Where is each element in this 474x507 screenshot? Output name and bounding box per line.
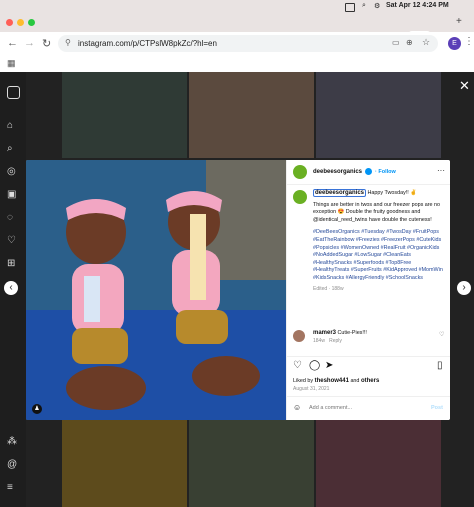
forward-arrow-icon[interactable]: → (24, 37, 35, 49)
create-icon[interactable]: ⊞ (7, 258, 18, 269)
divider (287, 396, 450, 397)
post-modal: ♟ deebeesorganics · Follow ··· deebeesor… (26, 160, 450, 420)
more-horizontal-icon[interactable]: ··· (437, 166, 445, 175)
grid-image[interactable] (316, 420, 441, 507)
grid-image[interactable] (62, 72, 187, 158)
apps-grid-icon[interactable]: ▦ (7, 58, 16, 69)
reload-icon[interactable]: ↻ (42, 37, 51, 50)
add-comment-input[interactable] (307, 401, 421, 415)
caption-username[interactable]: deebeesorganics (313, 189, 367, 197)
home-icon[interactable]: ⌂ (7, 120, 18, 131)
close-modal-icon[interactable]: ✕ (459, 78, 470, 94)
post-photo[interactable]: ♟ (26, 160, 286, 420)
post-side-panel: deebeesorganics · Follow ··· deebeesorga… (286, 160, 450, 420)
close-window-button[interactable] (6, 19, 13, 26)
divider (287, 356, 450, 357)
grid-image[interactable] (62, 420, 187, 507)
caption-edited: Edited · 188w (313, 285, 344, 292)
maximize-window-button[interactable] (28, 19, 35, 26)
status-datetime[interactable]: Sat Apr 12 4:24 PM (386, 2, 449, 9)
control-center-icon[interactable]: ⚙ (374, 2, 380, 10)
search-icon[interactable]: ⌕ (362, 2, 366, 10)
explore-icon[interactable]: ◎ (7, 166, 18, 177)
url-text[interactable]: instagram.com/p/CTPslW8pkZc/?hl=en (78, 39, 217, 48)
comment-age: 184w (313, 337, 325, 344)
browser-tab-bar: IrXXIrCSIrAIrIrIrIrIrC + (0, 14, 474, 45)
more-menu-icon[interactable]: ≡ (7, 482, 18, 493)
threads-icon[interactable]: @ (7, 459, 18, 470)
comment-reply-button[interactable]: Reply (329, 338, 342, 344)
liked-by-user[interactable]: theshow441 (315, 378, 349, 384)
minimize-window-button[interactable] (17, 19, 24, 26)
caption-hashtags[interactable]: #DeeBeesOrganics #Tuesday #TwosDay #Frui… (313, 229, 447, 282)
follow-label: Follow (378, 169, 396, 175)
bookmark-star-icon[interactable]: ☆ (422, 37, 430, 48)
share-icon[interactable]: ➤ (325, 360, 333, 371)
bookmarks-bar: ▦ (0, 56, 474, 73)
caption: deebeesorganics Happy Twosday!! ✌️ Thing… (313, 189, 447, 293)
commenter-avatar[interactable] (293, 330, 305, 342)
address-bar[interactable]: ⚲ instagram.com/p/CTPslW8pkZc/?hl=en ▭ ⊕… (58, 35, 438, 52)
grid-image[interactable] (316, 72, 441, 158)
messenger-icon[interactable]: ◌ (7, 212, 18, 223)
system-status-bar: ⌕ ⚙ Sat Apr 12 4:24 PM (0, 0, 474, 14)
likes-line: Liked by theshow441 and others (293, 378, 443, 386)
post-username[interactable]: deebeesorganics (313, 169, 362, 175)
comment: mamer3 Cutie-Pies!!! 184w Reply (313, 330, 433, 345)
site-info-icon[interactable]: ⚲ (65, 38, 71, 47)
menu-kebab-icon[interactable]: ⋮ (464, 36, 474, 47)
back-arrow-icon[interactable]: ← (7, 37, 18, 49)
brand-avatar[interactable] (293, 165, 307, 179)
heart-icon[interactable]: ♡ (7, 235, 18, 246)
twins-photo-illustration (26, 160, 286, 420)
liked-by-and: and (350, 378, 360, 384)
comment-like-icon[interactable]: ♡ (439, 331, 444, 338)
like-heart-icon[interactable]: ♡ (293, 360, 302, 371)
tagged-user-icon[interactable]: ♟ (32, 404, 42, 414)
new-tab-button[interactable]: + (456, 16, 462, 27)
grid-image[interactable] (189, 72, 314, 158)
post-date: August 31, 2021 (293, 386, 330, 392)
cast-icon[interactable]: ▭ (392, 38, 400, 47)
post-comment-button[interactable]: Post (431, 405, 443, 411)
profile-avatar[interactable]: E (448, 37, 461, 50)
comment-meta: 184w Reply (313, 338, 433, 346)
zoom-icon[interactable]: ⊕ (406, 38, 413, 47)
liked-by-prefix: Liked by (293, 378, 314, 384)
comment-user[interactable]: mamer3 (313, 330, 336, 336)
save-bookmark-icon[interactable]: ▯ (437, 360, 443, 371)
grid-image[interactable] (189, 420, 314, 507)
reels-icon[interactable]: ▣ (7, 189, 18, 200)
next-post-button[interactable]: › (457, 281, 471, 295)
caption-avatar[interactable] (293, 190, 307, 204)
verified-badge-icon (365, 168, 372, 175)
caption-first-line: Happy Twosday!! ✌️ (367, 190, 417, 196)
emoji-icon[interactable]: ☺ (293, 403, 301, 412)
liked-by-others[interactable]: others (361, 378, 379, 384)
instagram-logo-icon[interactable] (7, 86, 20, 99)
divider (287, 184, 450, 185)
follow-button[interactable]: · Follow (375, 169, 396, 175)
caption-body: Things are better in twos and our freeze… (313, 201, 441, 223)
search-icon[interactable]: ⌕ (7, 143, 18, 154)
comment-text: Cutie-Pies!!! (337, 330, 367, 336)
battery-icon[interactable] (345, 3, 355, 12)
comment-bubble-icon[interactable]: ◯ (309, 360, 320, 371)
meta-icon[interactable]: ⁂ (7, 436, 18, 447)
prev-post-button[interactable]: ‹ (4, 281, 18, 295)
browser-toolbar: ← → ↻ ⚲ instagram.com/p/CTPslW8pkZc/?hl=… (0, 32, 474, 57)
